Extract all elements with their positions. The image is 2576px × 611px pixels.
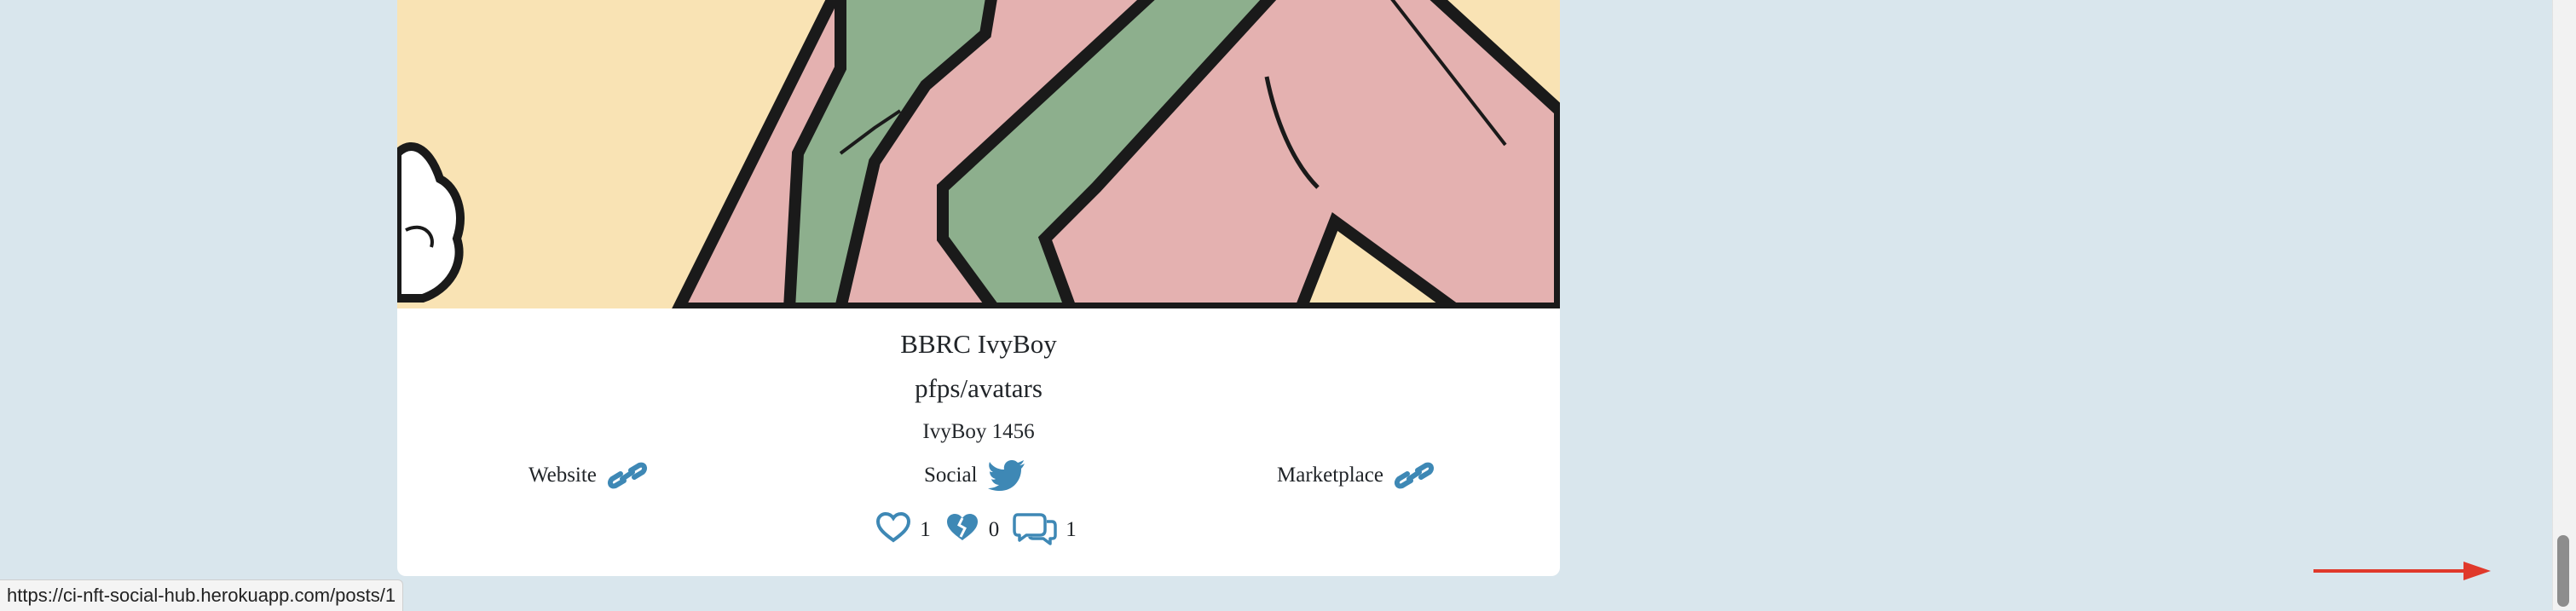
scrollbar-track[interactable] bbox=[2552, 0, 2576, 610]
heart-icon bbox=[875, 511, 911, 550]
post-stats: 1 0 1 bbox=[397, 510, 1560, 550]
post-category: pfps/avatars bbox=[915, 373, 1043, 403]
comments-icon bbox=[1013, 510, 1057, 551]
website-link-label: Website bbox=[528, 464, 597, 487]
comments-count: 1 bbox=[1066, 518, 1077, 541]
marketplace-link[interactable]: Marketplace bbox=[1277, 455, 1435, 496]
scrollbar-thumb[interactable] bbox=[2557, 535, 2569, 607]
broken-heart-icon bbox=[944, 511, 980, 550]
post-card: BBRC IvyBoy pfps/avatars IvyBoy 1456 Web… bbox=[397, 0, 1560, 576]
dislikes-count: 0 bbox=[988, 518, 1000, 541]
likes-count: 1 bbox=[920, 518, 931, 541]
marketplace-link-label: Marketplace bbox=[1277, 464, 1383, 487]
status-bar-url: https://ci-nft-social-hub.herokuapp.com/… bbox=[0, 579, 404, 611]
link-icon bbox=[1394, 458, 1435, 493]
social-link-label: Social bbox=[924, 464, 978, 487]
website-link[interactable]: Website bbox=[528, 455, 648, 496]
dislike-button[interactable] bbox=[944, 511, 980, 550]
link-icon bbox=[607, 458, 648, 493]
post-title: BBRC IvyBoy bbox=[900, 329, 1057, 359]
social-link[interactable]: Social bbox=[924, 455, 1025, 496]
nft-image bbox=[397, 0, 1560, 308]
twitter-icon bbox=[987, 459, 1025, 492]
nft-name: IvyBoy 1456 bbox=[922, 420, 1035, 443]
red-arrow-annotation bbox=[2313, 562, 2491, 580]
comments-button[interactable] bbox=[1013, 510, 1057, 551]
like-button[interactable] bbox=[875, 511, 911, 550]
